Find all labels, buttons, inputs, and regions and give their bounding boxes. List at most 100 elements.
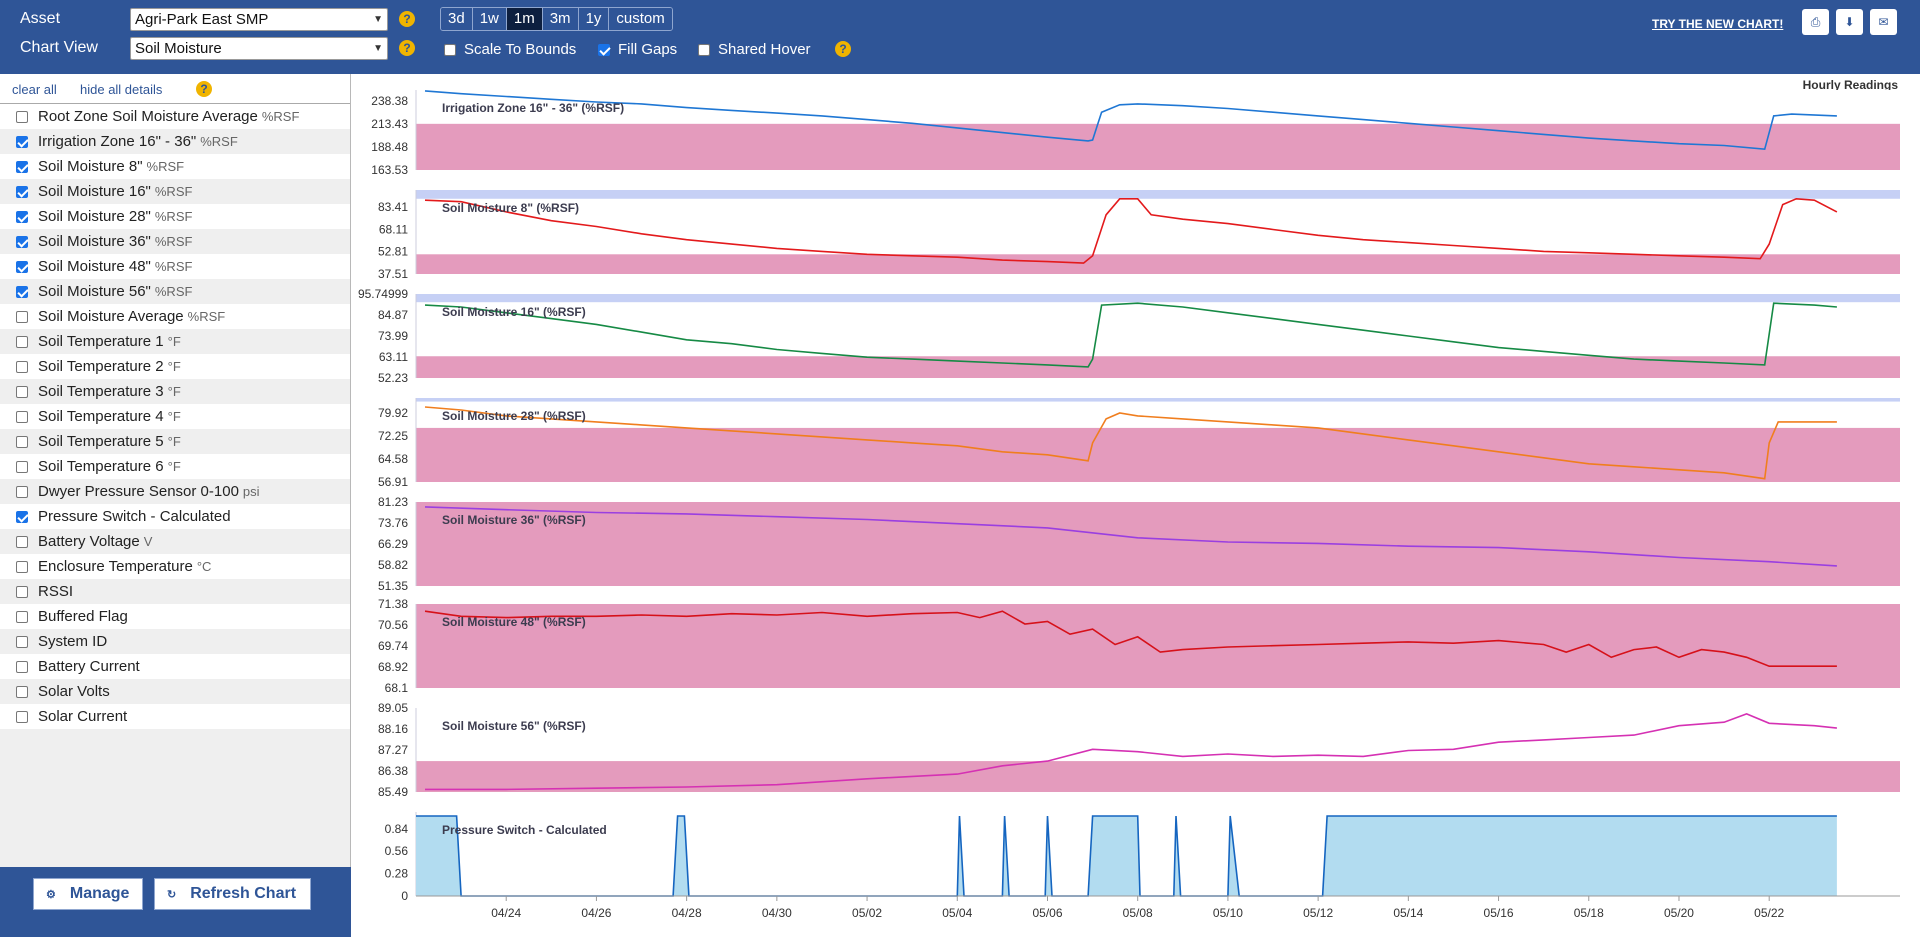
asset-select[interactable]: Agri-Park East SMP ▼ (130, 8, 388, 31)
series-item[interactable]: Soil Moisture 48" %RSF (0, 254, 350, 279)
series-item[interactable]: Soil Temperature 1 °F (0, 329, 350, 354)
y-tick-label: 0.28 (385, 867, 409, 881)
series-item[interactable]: Soil Moisture 28" %RSF (0, 204, 350, 229)
x-tick-label: 04/30 (762, 906, 792, 920)
help-icon[interactable]: ? (196, 81, 212, 97)
series-item[interactable]: Soil Temperature 6 °F (0, 454, 350, 479)
help-icon[interactable]: ? (399, 40, 415, 56)
series-sidebar: clear all hide all details ? Root Zone S… (0, 74, 351, 937)
series-item[interactable]: Battery Current (0, 654, 350, 679)
series-item[interactable]: Soil Temperature 2 °F (0, 354, 350, 379)
series-checkbox[interactable] (16, 685, 28, 698)
range-custom-button[interactable]: custom (609, 8, 672, 30)
shared-hover-label: Shared Hover (718, 41, 811, 58)
series-checkbox[interactable] (16, 335, 28, 348)
series-unit: %RSF (146, 159, 185, 174)
series-checkbox[interactable] (16, 110, 28, 123)
series-checkbox[interactable] (16, 435, 28, 448)
series-unit: %RSF (154, 209, 193, 224)
series-checkbox[interactable] (16, 410, 28, 423)
range-1w-button[interactable]: 1w (472, 8, 507, 30)
series-checkbox[interactable] (16, 710, 28, 723)
threshold-band (416, 254, 1900, 274)
series-item[interactable]: Soil Temperature 3 °F (0, 379, 350, 404)
series-label: Solar Current (38, 708, 128, 725)
series-label: Soil Moisture 56" (38, 283, 151, 300)
clear-all-link[interactable]: clear all (12, 82, 57, 97)
series-item[interactable]: Dwyer Pressure Sensor 0-100 psi (0, 479, 350, 504)
chart-panel: 83.41 68.11 52.81 37.51 Soil Moisture 8" (%R… (378, 190, 1900, 281)
series-item[interactable]: Solar Volts (0, 679, 350, 704)
range-1y-button[interactable]: 1y (578, 8, 610, 30)
series-item[interactable]: Irrigation Zone 16" - 36" %RSF (0, 129, 350, 154)
series-checkbox[interactable] (16, 210, 28, 223)
series-item[interactable]: Soil Moisture 56" %RSF (0, 279, 350, 304)
x-tick-label: 04/26 (581, 906, 611, 920)
chart-canvas[interactable]: Hourly Readings 238.38 213.43 188.48 163.53 I… (352, 74, 1920, 937)
range-3d-button[interactable]: 3d (441, 8, 473, 30)
help-icon[interactable]: ? (399, 11, 415, 27)
chart-panel: 238.38 213.43 188.48 163.53 Irrigation Zone … (371, 90, 1900, 177)
series-item[interactable]: Soil Moisture 8" %RSF (0, 154, 350, 179)
fill-gaps-checkbox[interactable] (598, 43, 610, 56)
series-checkbox[interactable] (16, 610, 28, 623)
download-icon[interactable]: ⬇ (1836, 9, 1863, 35)
series-checkbox[interactable] (16, 635, 28, 648)
y-tick-label: 0.84 (385, 822, 409, 836)
series-checkbox[interactable] (16, 285, 28, 298)
series-checkbox[interactable] (16, 560, 28, 573)
panel-title: Soil Moisture 8" (%RSF) (442, 201, 579, 215)
series-checkbox[interactable] (16, 185, 28, 198)
series-checkbox[interactable] (16, 660, 28, 673)
series-checkbox[interactable] (16, 135, 28, 148)
series-checkbox[interactable] (16, 510, 28, 523)
x-tick-label: 05/10 (1213, 906, 1243, 920)
series-checkbox[interactable] (16, 385, 28, 398)
series-item[interactable]: Soil Temperature 4 °F (0, 404, 350, 429)
help-icon[interactable]: ? (835, 41, 851, 57)
refresh-chart-button[interactable]: ↻ Refresh Chart (154, 878, 311, 910)
hide-all-details-link[interactable]: hide all details (80, 82, 162, 97)
chart-view-select[interactable]: Soil Moisture ▼ (130, 37, 388, 60)
series-item[interactable]: Pressure Switch - Calculated (0, 504, 350, 529)
scale-to-bounds-checkbox[interactable] (444, 43, 456, 56)
series-checkbox[interactable] (16, 585, 28, 598)
refresh-icon: ↻ (167, 888, 177, 901)
series-unit: °F (167, 434, 181, 449)
email-icon[interactable]: ✉ (1870, 9, 1897, 35)
series-checkbox[interactable] (16, 460, 28, 473)
x-tick-label: 05/08 (1123, 906, 1153, 920)
series-item[interactable]: Soil Moisture 16" %RSF (0, 179, 350, 204)
manage-button[interactable]: ⚙ Manage (33, 878, 143, 910)
try-new-chart-link[interactable]: TRY THE NEW CHART! (1652, 17, 1783, 31)
threshold-band (416, 427, 1900, 482)
series-label: Soil Moisture 48" (38, 258, 151, 275)
fill-gaps-option[interactable]: Fill Gaps (598, 41, 677, 58)
series-item[interactable]: Soil Moisture 36" %RSF (0, 229, 350, 254)
series-item[interactable]: Enclosure Temperature °C (0, 554, 350, 579)
series-checkbox[interactable] (16, 310, 28, 323)
y-tick-label: 66.29 (378, 537, 408, 551)
series-label: Soil Temperature 6 (38, 458, 164, 475)
series-item[interactable]: Solar Current (0, 704, 350, 729)
series-checkbox[interactable] (16, 360, 28, 373)
shared-hover-option[interactable]: Shared Hover (698, 41, 811, 58)
series-checkbox[interactable] (16, 260, 28, 273)
series-item[interactable]: System ID (0, 629, 350, 654)
series-item[interactable]: Root Zone Soil Moisture Average %RSF (0, 104, 350, 129)
shared-hover-checkbox[interactable] (698, 43, 710, 56)
series-item[interactable]: Buffered Flag (0, 604, 350, 629)
range-1m-button[interactable]: 1m (506, 8, 543, 30)
series-checkbox[interactable] (16, 535, 28, 548)
series-label: Soil Temperature 1 (38, 333, 164, 350)
series-checkbox[interactable] (16, 235, 28, 248)
print-icon[interactable]: ⎙ (1802, 9, 1829, 35)
series-item[interactable]: Soil Temperature 5 °F (0, 429, 350, 454)
scale-to-bounds-option[interactable]: Scale To Bounds (444, 41, 576, 58)
series-item[interactable]: RSSI (0, 579, 350, 604)
range-3m-button[interactable]: 3m (542, 8, 579, 30)
series-item[interactable]: Soil Moisture Average %RSF (0, 304, 350, 329)
series-checkbox[interactable] (16, 160, 28, 173)
series-checkbox[interactable] (16, 485, 28, 498)
series-item[interactable]: Battery Voltage V (0, 529, 350, 554)
